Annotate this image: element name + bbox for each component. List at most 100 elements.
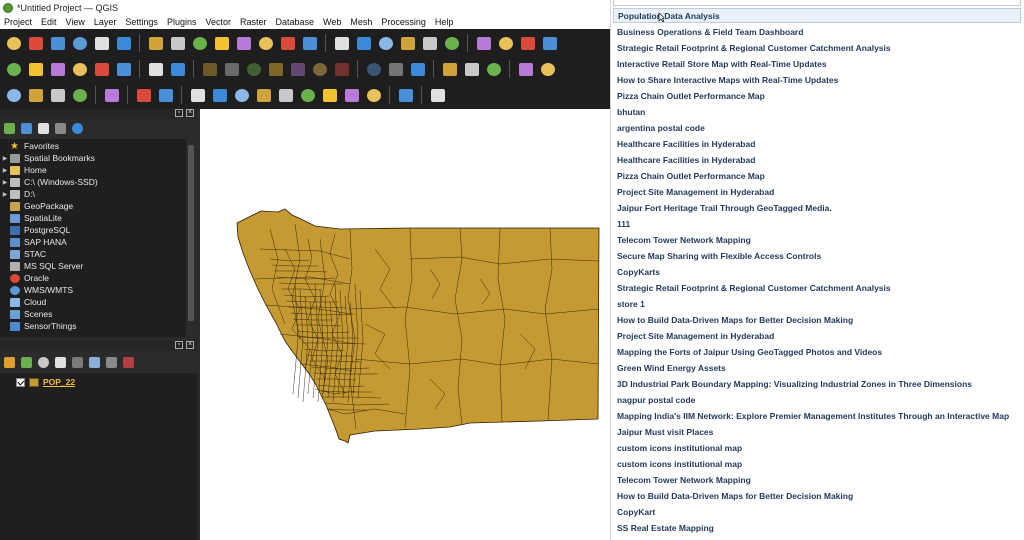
- redo-icon[interactable]: [408, 60, 427, 79]
- zoom-full-icon[interactable]: [234, 34, 253, 53]
- measure-icon[interactable]: [156, 86, 175, 105]
- browser-item[interactable]: STAC: [0, 248, 186, 260]
- browser-item[interactable]: MS SQL Server: [0, 260, 186, 272]
- refresh-icon[interactable]: [21, 122, 32, 134]
- browser-item[interactable]: ▶ Home: [0, 164, 186, 176]
- layout-view-icon[interactable]: [342, 86, 361, 105]
- dropdown-option[interactable]: CopyKarts: [611, 264, 1024, 279]
- browser-item[interactable]: Cloud: [0, 296, 186, 308]
- browser-item[interactable]: PostgreSQL: [0, 224, 186, 236]
- manage-visibility-icon[interactable]: [38, 356, 49, 368]
- browser-scrollbar-thumb[interactable]: [188, 145, 194, 321]
- dropdown-option[interactable]: How to Build Data-Driven Maps for Better…: [611, 312, 1024, 327]
- select-dropdown-icon[interactable]: [26, 86, 45, 105]
- text-tool-icon[interactable]: [320, 86, 339, 105]
- menu-view[interactable]: View: [66, 17, 85, 27]
- close-panel-icon[interactable]: ×: [186, 341, 194, 349]
- browser-item[interactable]: WMS/WMTS: [0, 284, 186, 296]
- float-panel-icon[interactable]: ▫: [175, 341, 183, 349]
- browser-item[interactable]: Scenes: [0, 308, 186, 320]
- dropdown-option[interactable]: 3D Industrial Park Boundary Mapping: Vis…: [611, 376, 1024, 391]
- identify-icon[interactable]: [210, 86, 229, 105]
- label-abc-3-icon[interactable]: [538, 60, 557, 79]
- dropdown-option[interactable]: 111: [611, 216, 1024, 231]
- simplify-icon[interactable]: [244, 60, 263, 79]
- split-icon[interactable]: [310, 60, 329, 79]
- map-tips-icon[interactable]: [232, 86, 251, 105]
- zoom-to-selection-icon[interactable]: [256, 34, 275, 53]
- add-panel-icon[interactable]: [396, 86, 415, 105]
- menu-web[interactable]: Web: [323, 17, 341, 27]
- dropdown-option[interactable]: Green Wind Energy Assets: [611, 360, 1024, 375]
- label-abc-2-icon[interactable]: [516, 60, 535, 79]
- dropdown-option[interactable]: Project Site Management in Hyderabad: [611, 328, 1024, 343]
- tips-icon[interactable]: [364, 86, 383, 105]
- undo-icon[interactable]: [386, 60, 405, 79]
- new-print-layout-icon[interactable]: [92, 34, 111, 53]
- new-3d-view-icon[interactable]: [398, 34, 417, 53]
- dropdown-option[interactable]: Secure Map Sharing with Flexible Access …: [611, 248, 1024, 263]
- zoom-native-icon[interactable]: [300, 34, 319, 53]
- filter-by-expression-icon[interactable]: [72, 356, 83, 368]
- node-tool-icon[interactable]: [276, 86, 295, 105]
- new-map-view-icon[interactable]: [376, 34, 395, 53]
- zoom-in-icon[interactable]: [190, 34, 209, 53]
- add-group-icon[interactable]: [21, 356, 32, 368]
- browser-scrollbar[interactable]: [187, 139, 195, 337]
- settings-gear-icon[interactable]: [518, 34, 537, 53]
- new-project-icon[interactable]: [4, 34, 23, 53]
- menu-raster[interactable]: Raster: [240, 17, 267, 27]
- browser-item[interactable]: SensorThings: [0, 320, 186, 332]
- menu-mesh[interactable]: Mesh: [350, 17, 372, 27]
- multi-edit-icon[interactable]: [114, 60, 133, 79]
- browser-item[interactable]: ▶ D:\: [0, 188, 186, 200]
- collapse-all-icon[interactable]: [55, 122, 66, 134]
- menu-settings[interactable]: Settings: [125, 17, 158, 27]
- dropdown-option[interactable]: bhutan: [611, 104, 1024, 119]
- dropdown-option[interactable]: Healthcare Facilities in Hyderabad: [611, 136, 1024, 151]
- open-project-icon[interactable]: [26, 34, 45, 53]
- dropdown-option[interactable]: Population Data Analysis: [613, 8, 1021, 23]
- field-calculator-icon[interactable]: [102, 86, 121, 105]
- browser-item[interactable]: ▶ C:\ (Windows-SSD): [0, 176, 186, 188]
- save-edits-icon[interactable]: [48, 60, 67, 79]
- menu-help[interactable]: Help: [435, 17, 454, 27]
- dropdown-option[interactable]: CopyKart: [611, 504, 1024, 519]
- dropdown-option[interactable]: Project Site Management in Hyderabad: [611, 184, 1024, 199]
- layer-item[interactable]: POP_22: [16, 376, 75, 388]
- browser-item[interactable]: ★ Favorites: [0, 140, 186, 152]
- menu-project[interactable]: Project: [4, 17, 32, 27]
- info-icon[interactable]: [72, 122, 83, 134]
- label-abc-icon[interactable]: [440, 60, 459, 79]
- save-as-icon[interactable]: [70, 34, 89, 53]
- dropdown-option[interactable]: Strategic Retail Footprint & Regional Cu…: [611, 40, 1024, 55]
- remove-layer-icon[interactable]: [123, 356, 134, 368]
- dropdown-option[interactable]: Telecom Tower Network Mapping: [611, 232, 1024, 247]
- pan-to-selection-icon[interactable]: [168, 34, 187, 53]
- dropdown-option[interactable]: Pizza Chain Outlet Performance Map: [611, 88, 1024, 103]
- dropdown-option[interactable]: store 1: [611, 296, 1024, 311]
- pan-map-icon[interactable]: [146, 34, 165, 53]
- vertex-tool-icon[interactable]: [92, 60, 111, 79]
- browser-item[interactable]: Oracle: [0, 272, 186, 284]
- deselect-icon[interactable]: [48, 86, 67, 105]
- expand-arrow-icon[interactable]: ▶: [0, 179, 10, 186]
- menu-layer[interactable]: Layer: [94, 17, 117, 27]
- zoom-out-icon[interactable]: [212, 34, 231, 53]
- modify-attributes-icon[interactable]: [146, 60, 165, 79]
- dropdown-option[interactable]: Healthcare Facilities in Hyderabad: [611, 152, 1024, 167]
- map-canvas[interactable]: [200, 109, 612, 540]
- zoom-last-icon[interactable]: [332, 34, 351, 53]
- dropdown-option[interactable]: How to Build Data-Driven Maps for Better…: [611, 488, 1024, 503]
- select-value-icon[interactable]: [70, 86, 89, 105]
- dropdown-option[interactable]: How to Share Interactive Maps with Real-…: [611, 72, 1024, 87]
- statistics-sum-icon[interactable]: [540, 34, 559, 53]
- expand-arrow-icon[interactable]: ▶: [0, 191, 10, 198]
- browser-item[interactable]: GeoPackage: [0, 200, 186, 212]
- digitize-tools-icon[interactable]: [4, 60, 23, 79]
- add-ring-icon[interactable]: [266, 60, 285, 79]
- menu-vector[interactable]: Vector: [205, 17, 231, 27]
- dropdown-option[interactable]: argentina postal code: [611, 120, 1024, 135]
- edit-pencil-icon[interactable]: [168, 60, 187, 79]
- filter-icon[interactable]: [38, 122, 49, 134]
